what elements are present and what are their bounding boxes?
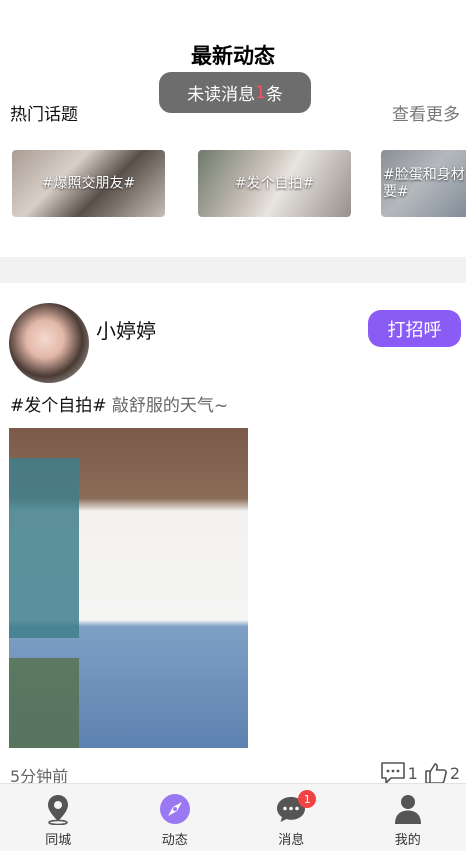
toast-prefix: 未读消息	[187, 85, 256, 105]
chat-bubble-icon: 1	[274, 790, 317, 826]
tab-moments[interactable]: 动态	[117, 784, 234, 851]
tab-label: 同城	[45, 833, 72, 848]
page-title: 最新动态	[191, 44, 275, 68]
post-body: 敲舒服的天气~	[111, 396, 229, 416]
see-more-link[interactable]: 查看更多	[392, 100, 460, 125]
topic-label: #发个自拍#	[234, 175, 315, 191]
username[interactable]: 小婷婷	[96, 315, 156, 344]
post-stats: 1 2	[374, 761, 460, 785]
tab-label: 我的	[394, 833, 421, 848]
feed-post: 小婷婷 打招呼 #发个自拍# 敲舒服的天气~ 5分钟前 1 2	[0, 283, 466, 786]
comment-icon	[380, 762, 405, 784]
bottom-tab-bar: 同城 动态 1 消息 我的	[0, 783, 466, 851]
photo-background	[9, 458, 79, 638]
photo-foliage	[9, 658, 79, 748]
tab-messages[interactable]: 1 消息	[233, 784, 350, 851]
topic-card[interactable]: #脸蛋和身材要#	[381, 150, 466, 217]
post-tag[interactable]: #发个自拍#	[10, 396, 107, 416]
toast-suffix: 条	[265, 85, 283, 105]
thumbs-up-icon	[425, 763, 447, 784]
tab-nearby[interactable]: 同城	[0, 784, 117, 851]
message-badge: 1	[298, 790, 317, 808]
like-count: 2	[449, 763, 460, 783]
toast-count: 1	[255, 82, 266, 103]
unread-toast[interactable]: 未读消息 1 条	[159, 72, 311, 113]
user-icon	[391, 792, 425, 826]
location-pin-icon	[41, 792, 75, 826]
tab-label: 动态	[161, 833, 188, 848]
compass-icon	[158, 792, 192, 826]
tab-profile[interactable]: 我的	[350, 784, 466, 851]
post-text: #发个自拍# 敲舒服的天气~	[10, 391, 228, 416]
topic-card[interactable]: #发个自拍#	[198, 150, 351, 217]
comment-count: 1	[407, 763, 418, 783]
avatar[interactable]	[9, 303, 89, 383]
header: 最新动态	[0, 0, 466, 80]
hot-topics-title: 热门话题	[10, 105, 78, 125]
topic-label: #脸蛋和身材要#	[383, 166, 465, 200]
topic-card[interactable]: #爆照交朋友#	[12, 150, 165, 217]
topic-list: #爆照交朋友# #发个自拍# #脸蛋和身材要#	[0, 150, 466, 218]
tab-label: 消息	[278, 833, 305, 848]
comment-button[interactable]: 1	[380, 761, 418, 785]
section-divider	[0, 257, 466, 283]
topic-label: #爆照交朋友#	[41, 175, 136, 191]
post-photo[interactable]	[9, 428, 248, 748]
like-button[interactable]: 2	[424, 761, 460, 785]
greet-button[interactable]: 打招呼	[368, 310, 461, 347]
